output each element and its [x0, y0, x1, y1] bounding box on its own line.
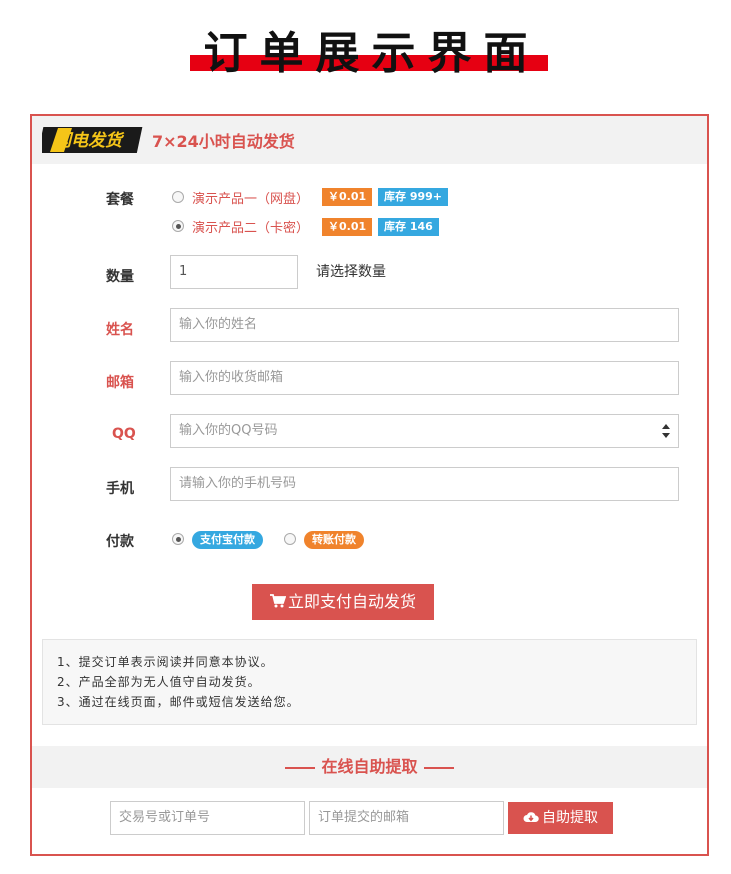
package-1-price-tag: ￥0.01: [322, 188, 373, 206]
lightning-delivery-logo: 闪电发货: [42, 127, 143, 153]
note-line-2: 2、产品全部为无人值守自动发货。: [57, 675, 261, 689]
email-input[interactable]: 输入你的收货邮箱: [170, 361, 679, 395]
email-label: 邮箱: [106, 375, 134, 391]
quantity-label: 数量: [106, 269, 134, 285]
package-2-radio[interactable]: [172, 220, 184, 232]
qq-label: QQ: [112, 426, 136, 442]
note-line-1: 1、提交订单表示阅读并同意本协议。: [57, 655, 274, 669]
self-fetch-header: 在线自助提取: [32, 746, 707, 788]
note-line-3: 3、通过在线页面，邮件或短信发送给您。: [57, 695, 300, 709]
agreement-notes: 1、提交订单表示阅读并同意本协议。 2、产品全部为无人值守自动发货。 3、通过在…: [42, 639, 697, 725]
quantity-input[interactable]: 1: [170, 255, 298, 289]
submit-pay-button[interactable]: 立即支付自动发货: [252, 584, 434, 620]
order-number-input[interactable]: 交易号或订单号: [110, 801, 305, 835]
cloud-download-icon: [523, 812, 539, 822]
package-1-stock-tag: 库存 999+: [378, 188, 449, 206]
package-label: 套餐: [106, 192, 134, 208]
header-subtitle: 7×24小时自动发货: [152, 132, 295, 151]
package-2-name[interactable]: 演示产品二（卡密）: [192, 217, 309, 236]
package-1-radio[interactable]: [172, 191, 184, 203]
order-panel: 闪电发货 7×24小时自动发货 套餐 演示产品一（网盘） ￥0.01 库存 99…: [30, 114, 709, 856]
page-title-text: 订单展示界面: [203, 28, 540, 79]
payment-alipay-pill[interactable]: 支付宝付款: [192, 531, 263, 549]
payment-transfer-pill[interactable]: 转账付款: [304, 531, 364, 549]
submit-pay-label: 立即支付自动发货: [287, 592, 416, 611]
name-input[interactable]: 输入你的姓名: [170, 308, 679, 342]
shopping-cart-icon: [269, 594, 286, 608]
qq-input[interactable]: 输入你的QQ号码: [170, 414, 679, 448]
panel-header: 闪电发货 7×24小时自动发货: [32, 116, 707, 164]
package-1-name[interactable]: 演示产品一（网盘）: [192, 188, 309, 207]
quantity-hint: 请选择数量: [316, 264, 386, 280]
payment-label: 付款: [106, 534, 134, 550]
page-title: 订单展示界面: [0, 26, 731, 86]
svg-text:闪电发货: 闪电发货: [54, 131, 125, 151]
number-spinner-icon[interactable]: [662, 424, 670, 438]
header-dash-left: [285, 766, 316, 769]
qq-input-placeholder: 输入你的QQ号码: [179, 423, 278, 438]
header-dash-right: [423, 766, 454, 769]
package-2-stock-tag: 库存 146: [378, 218, 439, 236]
order-email-input[interactable]: 订单提交的邮箱: [309, 801, 504, 835]
package-2-price-tag: ￥0.01: [322, 218, 373, 236]
self-fetch-title: 在线自助提取: [321, 757, 418, 776]
name-label: 姓名: [106, 322, 134, 338]
phone-label: 手机: [106, 481, 134, 497]
self-fetch-label: 自助提取: [542, 810, 598, 826]
payment-alipay-radio[interactable]: [172, 533, 184, 545]
payment-transfer-radio[interactable]: [284, 533, 296, 545]
self-fetch-button[interactable]: 自助提取: [508, 802, 613, 834]
phone-input[interactable]: 请输入你的手机号码: [170, 467, 679, 501]
